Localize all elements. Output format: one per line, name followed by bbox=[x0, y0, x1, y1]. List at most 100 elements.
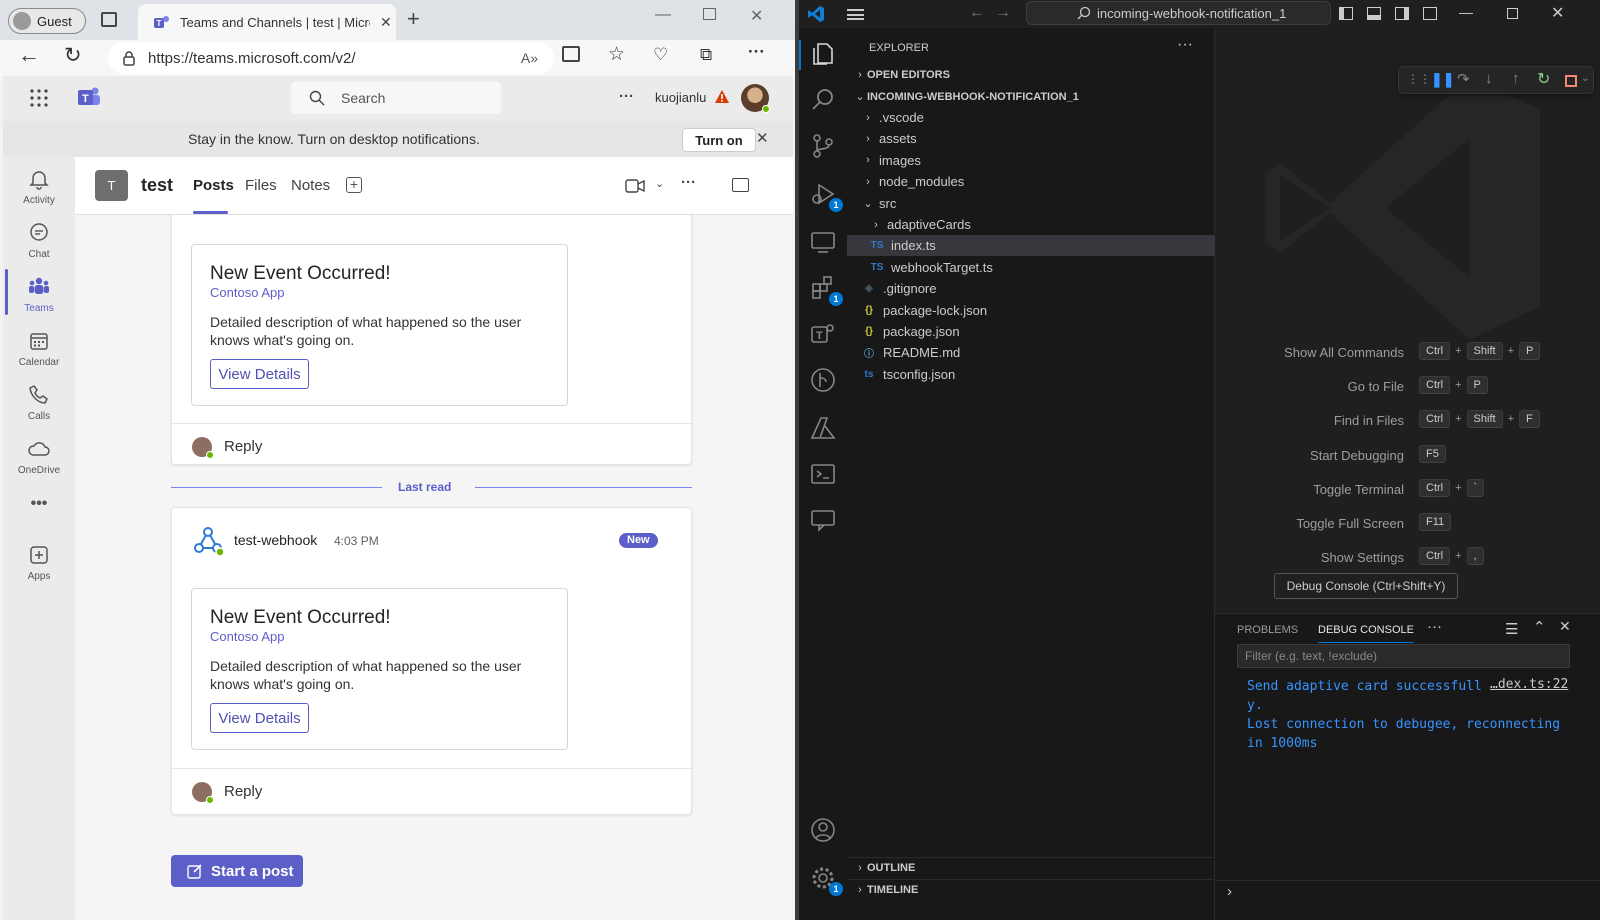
toggle-panel-icon[interactable] bbox=[1367, 7, 1381, 20]
profile-button[interactable]: Guest bbox=[8, 8, 86, 34]
start-post-button[interactable]: Start a post bbox=[171, 855, 303, 887]
settings-more-icon[interactable]: ··· bbox=[748, 42, 770, 64]
tree-file[interactable]: {} package-lock.json bbox=[847, 300, 1215, 321]
reply-row[interactable]: Reply bbox=[172, 423, 693, 469]
read-aloud-icon[interactable]: A» bbox=[521, 50, 538, 66]
minimize-icon[interactable]: — bbox=[655, 6, 671, 24]
stop-icon[interactable] bbox=[1565, 75, 1577, 87]
tab-posts[interactable]: Posts bbox=[193, 177, 234, 194]
favorites-icon[interactable]: ☆ bbox=[608, 43, 630, 65]
browser-tab-teams[interactable]: T Teams and Channels | test | Micro ✕ bbox=[138, 4, 396, 40]
command-center[interactable]: incoming-webhook-notification_1 bbox=[1026, 1, 1331, 25]
azure-icon[interactable] bbox=[809, 414, 837, 442]
teams-search-input[interactable]: Search bbox=[291, 82, 501, 114]
explorer-files-icon[interactable] bbox=[809, 40, 837, 68]
teams-toolkit-icon[interactable]: T bbox=[809, 320, 837, 348]
step-over-icon[interactable]: ↷ bbox=[1457, 70, 1470, 88]
pause-icon[interactable]: ❚❚ bbox=[1431, 71, 1454, 88]
tree-folder[interactable]: ⌄ src bbox=[847, 193, 1215, 214]
repl-prompt-icon[interactable]: › bbox=[1227, 883, 1232, 900]
tab-problems[interactable]: PROBLEMS bbox=[1237, 624, 1298, 636]
tree-folder[interactable]: › assets bbox=[847, 128, 1215, 149]
meet-dropdown-icon[interactable]: ⌄ bbox=[655, 177, 664, 190]
url-field[interactable]: https://teams.microsoft.com/v2/ A» bbox=[108, 42, 554, 74]
step-into-icon[interactable]: ↓ bbox=[1485, 70, 1493, 87]
teams-more-icon[interactable]: ··· bbox=[619, 88, 634, 105]
manage-item[interactable]: 1 bbox=[809, 864, 843, 896]
back-icon[interactable]: ← bbox=[18, 42, 40, 67]
view-details-button[interactable]: View Details bbox=[210, 359, 309, 389]
maximize-icon[interactable] bbox=[703, 8, 716, 20]
step-out-icon[interactable]: ↑ bbox=[1512, 70, 1520, 87]
maximize-panel-icon[interactable]: ⌃ bbox=[1533, 618, 1546, 636]
split-screen-icon[interactable] bbox=[562, 46, 580, 62]
tree-folder[interactable]: › node_modules bbox=[847, 171, 1215, 192]
timeline-section[interactable]: › TIMELINE bbox=[847, 879, 1215, 900]
post-author[interactable]: test-webhook bbox=[234, 532, 317, 548]
search-icon[interactable] bbox=[809, 86, 837, 114]
tab-debug-console[interactable]: DEBUG CONSOLE bbox=[1318, 624, 1414, 643]
comments-icon[interactable] bbox=[809, 506, 837, 534]
nav-back-icon[interactable]: ← bbox=[969, 4, 985, 22]
shortcut-label[interactable]: Show Settings bbox=[1321, 550, 1404, 565]
nav-forward-icon[interactable]: → bbox=[995, 4, 1011, 22]
toggle-secondary-sidebar-icon[interactable] bbox=[1395, 7, 1409, 20]
shortcut-label[interactable]: Start Debugging bbox=[1310, 448, 1404, 463]
open-editors-section[interactable]: › OPEN EDITORS bbox=[847, 64, 1215, 85]
tree-folder[interactable]: › images bbox=[847, 150, 1215, 171]
tree-file[interactable]: TS index.ts bbox=[847, 235, 1215, 257]
restart-icon[interactable]: ↻ bbox=[1537, 69, 1550, 89]
drag-handle-icon[interactable]: ⋮⋮ bbox=[1407, 72, 1431, 86]
menu-icon[interactable] bbox=[847, 9, 864, 20]
source-location-link[interactable]: …dex.ts:22 bbox=[1490, 677, 1568, 692]
tree-file[interactable]: {} package.json bbox=[847, 321, 1215, 342]
close-window-icon[interactable]: ✕ bbox=[750, 6, 763, 26]
tree-folder[interactable]: › adaptiveCards bbox=[847, 214, 1215, 235]
rail-item-calls[interactable]: Calls bbox=[3, 383, 75, 422]
shortcut-label[interactable]: Toggle Full Screen bbox=[1296, 516, 1404, 531]
tree-folder[interactable]: › .vscode bbox=[847, 107, 1215, 128]
console-filter-input[interactable]: Filter (e.g. text, !exclude) bbox=[1237, 644, 1570, 668]
new-tab-icon[interactable]: + bbox=[407, 6, 420, 32]
panel-more-icon[interactable]: ··· bbox=[1427, 618, 1442, 635]
toggle-sidebar-icon[interactable] bbox=[1339, 7, 1353, 20]
rail-item-apps[interactable]: Apps bbox=[3, 543, 75, 582]
rail-more-apps[interactable]: ••• bbox=[3, 495, 75, 513]
close-panel-icon[interactable]: ✕ bbox=[1559, 618, 1571, 635]
shortcut-label[interactable]: Toggle Terminal bbox=[1313, 482, 1404, 497]
close-tab-icon[interactable]: ✕ bbox=[380, 14, 392, 31]
rail-item-teams[interactable]: Teams bbox=[3, 275, 75, 314]
terminal-icon[interactable] bbox=[809, 460, 837, 488]
turn-on-notifications-button[interactable]: Turn on bbox=[682, 128, 756, 152]
channel-more-icon[interactable]: ··· bbox=[681, 174, 696, 191]
tab-notes[interactable]: Notes bbox=[291, 177, 330, 194]
remote-explorer-icon[interactable] bbox=[809, 228, 837, 256]
view-details-button[interactable]: View Details bbox=[210, 703, 309, 733]
git-graph-icon[interactable] bbox=[809, 366, 837, 394]
shortcut-label[interactable]: Go to File bbox=[1348, 379, 1404, 394]
explorer-more-icon[interactable]: ··· bbox=[1177, 36, 1193, 54]
run-debug-item[interactable]: 1 bbox=[809, 180, 843, 212]
chevron-down-icon[interactable]: ⌄ bbox=[1581, 73, 1589, 84]
tree-file[interactable]: TS webhookTarget.ts bbox=[847, 257, 1215, 278]
tab-files[interactable]: Files bbox=[245, 177, 277, 194]
clear-console-icon[interactable]: ☰ bbox=[1505, 620, 1518, 638]
maximize-icon[interactable] bbox=[1507, 8, 1518, 19]
rail-item-calendar[interactable]: Calendar bbox=[3, 329, 75, 368]
rail-item-onedrive[interactable]: OneDrive bbox=[3, 437, 75, 476]
shortcut-label[interactable]: Find in Files bbox=[1334, 413, 1404, 428]
refresh-icon[interactable]: ↻ bbox=[64, 43, 86, 67]
shortcut-label[interactable]: Show All Commands bbox=[1284, 345, 1404, 360]
tree-file[interactable]: ◆ .gitignore bbox=[847, 278, 1215, 299]
tree-file[interactable]: ⓘ README.md bbox=[847, 342, 1215, 363]
tab-actions-icon[interactable] bbox=[101, 12, 117, 27]
channel-info-icon[interactable] bbox=[732, 178, 749, 192]
customize-layout-icon[interactable] bbox=[1423, 7, 1437, 20]
user-avatar[interactable] bbox=[741, 84, 770, 113]
rail-item-chat[interactable]: Chat bbox=[3, 221, 75, 260]
accounts-icon[interactable] bbox=[809, 816, 837, 844]
source-control-icon[interactable] bbox=[809, 132, 837, 160]
dismiss-banner-icon[interactable]: ✕ bbox=[756, 129, 769, 147]
browser-essentials-icon[interactable]: ♡ bbox=[653, 45, 675, 67]
extensions-item[interactable]: 1 bbox=[809, 274, 843, 306]
